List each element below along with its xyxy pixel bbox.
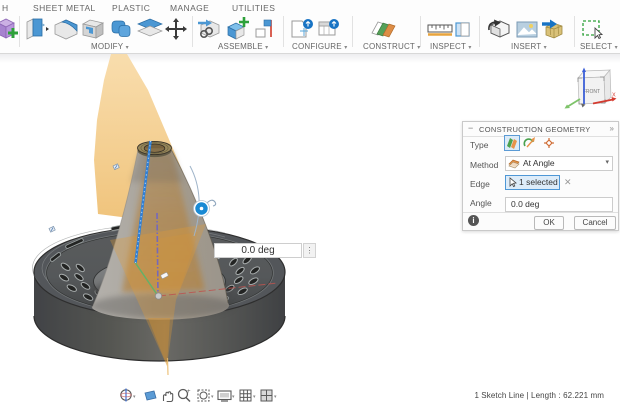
svg-text:▾: ▾: [274, 394, 277, 400]
svg-text:▾: ▾: [133, 394, 136, 400]
svg-text:▾: ▾: [211, 394, 214, 400]
svg-text:X: X: [612, 93, 616, 99]
svg-text:+: +: [187, 389, 191, 395]
svg-text:▾: ▾: [253, 394, 256, 400]
svg-text:▾: ▾: [232, 394, 235, 400]
svg-text:FRONT: FRONT: [583, 89, 600, 95]
